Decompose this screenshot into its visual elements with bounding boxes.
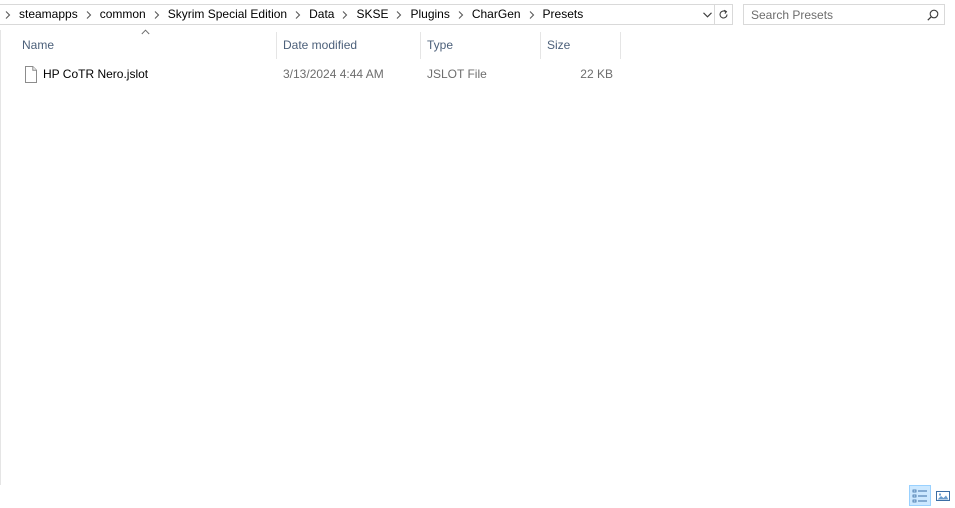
chevron-right-icon[interactable] xyxy=(524,5,540,24)
chevron-right-icon[interactable] xyxy=(453,5,469,24)
pane-edge xyxy=(0,30,1,485)
table-row[interactable]: HP CoTR Nero.jslot 3/13/2024 4:44 AM JSL… xyxy=(1,64,621,85)
file-type: JSLOT File xyxy=(427,67,487,81)
chevron-right-icon[interactable] xyxy=(81,5,97,24)
column-header-size[interactable]: Size xyxy=(541,32,620,59)
chevron-right-icon[interactable] xyxy=(149,5,165,24)
chevron-down-icon xyxy=(703,11,712,18)
chevron-right-icon[interactable] xyxy=(0,5,16,24)
large-icons-view-icon xyxy=(936,490,950,501)
breadcrumb-item[interactable]: Data xyxy=(306,5,337,24)
column-divider[interactable] xyxy=(620,32,621,59)
generic-file-icon xyxy=(25,66,37,83)
explorer-window: steamapps common Skyrim Special Edition … xyxy=(0,0,955,508)
breadcrumb-item[interactable]: steamapps xyxy=(16,5,81,24)
breadcrumb-item[interactable]: Presets xyxy=(540,5,587,24)
chevron-right-icon[interactable] xyxy=(391,5,407,24)
details-view-button[interactable] xyxy=(909,485,931,506)
address-bar[interactable]: steamapps common Skyrim Special Edition … xyxy=(0,4,717,25)
file-name: HP CoTR Nero.jslot xyxy=(43,67,149,81)
large-icons-view-button[interactable] xyxy=(932,485,954,506)
column-header-type[interactable]: Type xyxy=(421,32,540,59)
file-date-modified: 3/13/2024 4:44 AM xyxy=(283,67,384,81)
file-size: 22 KB xyxy=(580,67,613,81)
chevron-right-icon[interactable] xyxy=(290,5,306,24)
refresh-icon xyxy=(719,9,728,19)
search-box[interactable] xyxy=(743,4,945,25)
breadcrumb-item[interactable]: SKSE xyxy=(353,5,391,24)
breadcrumb-item[interactable]: common xyxy=(97,5,149,24)
breadcrumb-item[interactable]: Plugins xyxy=(407,5,452,24)
refresh-button[interactable] xyxy=(714,4,733,25)
chevron-right-icon[interactable] xyxy=(337,5,353,24)
details-view-icon xyxy=(912,489,927,502)
breadcrumb-item[interactable]: Skyrim Special Edition xyxy=(165,5,290,24)
search-input[interactable] xyxy=(744,6,922,23)
breadcrumb-item[interactable]: CharGen xyxy=(469,5,524,24)
column-header: Name Date modified Type Size xyxy=(1,29,621,59)
breadcrumb: steamapps common Skyrim Special Edition … xyxy=(0,5,698,24)
column-header-name[interactable]: Name xyxy=(16,32,276,59)
search-icon[interactable] xyxy=(922,5,944,24)
column-header-date-modified[interactable]: Date modified xyxy=(277,32,420,59)
